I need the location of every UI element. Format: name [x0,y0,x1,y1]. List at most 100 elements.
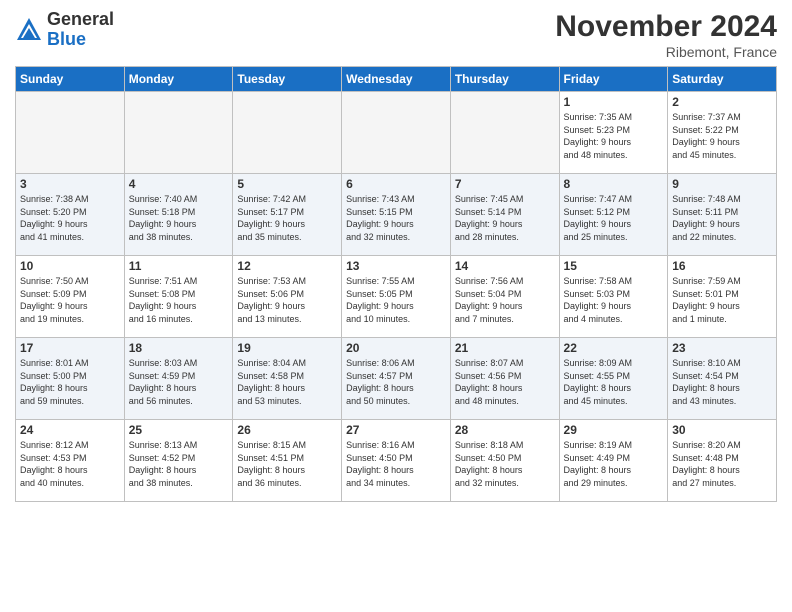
day-number: 12 [237,259,337,273]
day-info: Sunrise: 8:16 AM Sunset: 4:50 PM Dayligh… [346,439,446,489]
table-row: 29Sunrise: 8:19 AM Sunset: 4:49 PM Dayli… [559,420,668,502]
day-info: Sunrise: 7:56 AM Sunset: 5:04 PM Dayligh… [455,275,555,325]
logo: General Blue [15,10,114,50]
day-info: Sunrise: 7:43 AM Sunset: 5:15 PM Dayligh… [346,193,446,243]
col-monday: Monday [124,67,233,92]
day-info: Sunrise: 8:20 AM Sunset: 4:48 PM Dayligh… [672,439,772,489]
day-info: Sunrise: 7:38 AM Sunset: 5:20 PM Dayligh… [20,193,120,243]
day-number: 3 [20,177,120,191]
day-number: 4 [129,177,229,191]
day-info: Sunrise: 7:58 AM Sunset: 5:03 PM Dayligh… [564,275,664,325]
day-info: Sunrise: 8:01 AM Sunset: 5:00 PM Dayligh… [20,357,120,407]
table-row [342,92,451,174]
table-row: 30 Sunrise: 8:20 AM Sunset: 4:48 PM Dayli… [668,420,777,502]
day-number: 19 [237,341,337,355]
day-number: 17 [20,341,120,355]
table-row: 6 Sunrise: 7:43 AM Sunset: 5:15 PM Daylig… [342,174,451,256]
day-info: Sunrise: 8:13 AM Sunset: 4:52 PM Dayligh… [129,439,229,489]
calendar-week-row: 24Sunrise: 8:12 AM Sunset: 4:53 PM Dayli… [16,420,777,502]
day-number: 27 [346,423,446,437]
day-info: Sunrise: 7:53 AM Sunset: 5:06 PM Dayligh… [237,275,337,325]
day-info: Sunrise: 7:35 AM Sunset: 5:23 PM Dayligh… [564,111,664,161]
day-info: Sunrise: 7:50 AM Sunset: 5:09 PM Dayligh… [20,275,120,325]
day-info: Sunrise: 8:15 AM Sunset: 4:51 PM Dayligh… [237,439,337,489]
table-row: 4 Sunrise: 7:40 AM Sunset: 5:18 PM Daylig… [124,174,233,256]
day-info: Sunrise: 8:06 AM Sunset: 4:57 PM Dayligh… [346,357,446,407]
table-row: 5 Sunrise: 7:42 AM Sunset: 5:17 PM Daylig… [233,174,342,256]
page: General Blue November 2024 Ribemont, Fra… [0,0,792,612]
table-row [233,92,342,174]
table-row: 25 Sunrise: 8:13 AM Sunset: 4:52 PM Dayli… [124,420,233,502]
col-wednesday: Wednesday [342,67,451,92]
day-number: 30 [672,423,772,437]
calendar-week-row: 10 Sunrise: 7:50 AM Sunset: 5:09 PM Dayli… [16,256,777,338]
day-info: Sunrise: 7:48 AM Sunset: 5:11 PM Dayligh… [672,193,772,243]
day-number: 2 [672,95,772,109]
table-row: 20 Sunrise: 8:06 AM Sunset: 4:57 PM Dayli… [342,338,451,420]
day-info: Sunrise: 7:42 AM Sunset: 5:17 PM Dayligh… [237,193,337,243]
table-row: 15 Sunrise: 7:58 AM Sunset: 5:03 PM Dayli… [559,256,668,338]
calendar-week-row: 3 Sunrise: 7:38 AM Sunset: 5:20 PM Daylig… [16,174,777,256]
table-row: 13 Sunrise: 7:55 AM Sunset: 5:05 PM Dayli… [342,256,451,338]
table-row: 26Sunrise: 8:15 AM Sunset: 4:51 PM Dayli… [233,420,342,502]
day-number: 20 [346,341,446,355]
col-tuesday: Tuesday [233,67,342,92]
col-saturday: Saturday [668,67,777,92]
day-info: Sunrise: 7:51 AM Sunset: 5:08 PM Dayligh… [129,275,229,325]
col-sunday: Sunday [16,67,125,92]
day-info: Sunrise: 7:45 AM Sunset: 5:14 PM Dayligh… [455,193,555,243]
day-info: Sunrise: 8:12 AM Sunset: 4:53 PM Dayligh… [20,439,120,489]
day-info: Sunrise: 8:18 AM Sunset: 4:50 PM Dayligh… [455,439,555,489]
logo-general: General [47,10,114,30]
table-row: 7Sunrise: 7:45 AM Sunset: 5:14 PM Daylig… [450,174,559,256]
col-thursday: Thursday [450,67,559,92]
day-number: 6 [346,177,446,191]
table-row: 23Sunrise: 8:10 AM Sunset: 4:54 PM Dayli… [668,338,777,420]
table-row: 3 Sunrise: 7:38 AM Sunset: 5:20 PM Daylig… [16,174,125,256]
table-row: 19Sunrise: 8:04 AM Sunset: 4:58 PM Dayli… [233,338,342,420]
day-info: Sunrise: 7:47 AM Sunset: 5:12 PM Dayligh… [564,193,664,243]
table-row [450,92,559,174]
day-number: 23 [672,341,772,355]
title-block: November 2024 Ribemont, France [555,10,777,60]
day-number: 22 [564,341,664,355]
calendar-table: Sunday Monday Tuesday Wednesday Thursday… [15,66,777,502]
day-number: 15 [564,259,664,273]
day-number: 1 [564,95,664,109]
table-row: 22 Sunrise: 8:09 AM Sunset: 4:55 PM Dayli… [559,338,668,420]
day-number: 25 [129,423,229,437]
table-row: 27 Sunrise: 8:16 AM Sunset: 4:50 PM Dayli… [342,420,451,502]
month-title: November 2024 [555,10,777,44]
table-row: 16Sunrise: 7:59 AM Sunset: 5:01 PM Dayli… [668,256,777,338]
day-info: Sunrise: 8:07 AM Sunset: 4:56 PM Dayligh… [455,357,555,407]
day-info: Sunrise: 7:55 AM Sunset: 5:05 PM Dayligh… [346,275,446,325]
day-number: 29 [564,423,664,437]
col-friday: Friday [559,67,668,92]
table-row: 11 Sunrise: 7:51 AM Sunset: 5:08 PM Dayli… [124,256,233,338]
day-info: Sunrise: 7:40 AM Sunset: 5:18 PM Dayligh… [129,193,229,243]
day-number: 16 [672,259,772,273]
table-row: 24Sunrise: 8:12 AM Sunset: 4:53 PM Dayli… [16,420,125,502]
table-row: 9Sunrise: 7:48 AM Sunset: 5:11 PM Daylig… [668,174,777,256]
table-row: 17 Sunrise: 8:01 AM Sunset: 5:00 PM Dayli… [16,338,125,420]
day-number: 11 [129,259,229,273]
day-number: 28 [455,423,555,437]
table-row: 2Sunrise: 7:37 AM Sunset: 5:22 PM Daylig… [668,92,777,174]
table-row: 21Sunrise: 8:07 AM Sunset: 4:56 PM Dayli… [450,338,559,420]
day-info: Sunrise: 8:09 AM Sunset: 4:55 PM Dayligh… [564,357,664,407]
day-number: 10 [20,259,120,273]
table-row [124,92,233,174]
location: Ribemont, France [555,44,777,60]
table-row: 1 Sunrise: 7:35 AM Sunset: 5:23 PM Daylig… [559,92,668,174]
day-number: 13 [346,259,446,273]
logo-text: General Blue [47,10,114,50]
table-row: 18Sunrise: 8:03 AM Sunset: 4:59 PM Dayli… [124,338,233,420]
table-row: 8 Sunrise: 7:47 AM Sunset: 5:12 PM Daylig… [559,174,668,256]
calendar-header-row: Sunday Monday Tuesday Wednesday Thursday… [16,67,777,92]
day-number: 8 [564,177,664,191]
table-row: 12 Sunrise: 7:53 AM Sunset: 5:06 PM Dayli… [233,256,342,338]
calendar-week-row: 1 Sunrise: 7:35 AM Sunset: 5:23 PM Daylig… [16,92,777,174]
day-number: 18 [129,341,229,355]
table-row: 28 Sunrise: 8:18 AM Sunset: 4:50 PM Dayli… [450,420,559,502]
day-number: 5 [237,177,337,191]
